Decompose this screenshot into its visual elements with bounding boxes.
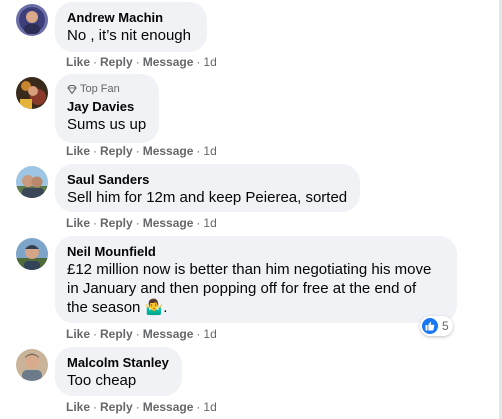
badge-label: Top Fan — [80, 83, 120, 95]
comment-bubble: Neil Mounfield £12 million now is better… — [55, 236, 457, 323]
comment-actions: Like · Reply · Message · 1d — [66, 144, 217, 158]
comment-text: Sell him for 12m and keep Peierea, sorte… — [67, 189, 348, 206]
comment-author[interactable]: Neil Mounfield — [67, 243, 445, 260]
top-fan-badge: Top Fan — [67, 82, 147, 96]
shrug-emoji: 🤷‍♂️ — [144, 299, 164, 316]
comment-actions: Like · Reply · Message · 1d — [66, 400, 217, 414]
comment-author[interactable]: Andrew Machin — [67, 9, 195, 26]
timestamp[interactable]: 1d — [203, 55, 216, 69]
like-link[interactable]: Like — [66, 400, 90, 414]
timestamp[interactable]: 1d — [203, 144, 216, 158]
timestamp[interactable]: 1d — [203, 400, 216, 414]
avatar[interactable] — [16, 166, 48, 198]
avatar[interactable] — [16, 349, 48, 381]
reply-link[interactable]: Reply — [100, 144, 133, 158]
like-link[interactable]: Like — [66, 327, 90, 341]
comment-author[interactable]: Saul Sanders — [67, 171, 348, 188]
comment-text: No , it’s nit enough — [67, 27, 191, 44]
comment-text-line-2: in January and then popping off for free… — [67, 280, 417, 297]
like-link[interactable]: Like — [66, 144, 90, 158]
comment-author[interactable]: Malcolm Stanley — [67, 354, 170, 371]
comment-text: Too cheap — [67, 372, 137, 389]
reply-link[interactable]: Reply — [100, 55, 133, 69]
diamond-icon — [67, 84, 77, 94]
comment-bubble: Andrew Machin No , it’s nit enough — [55, 2, 207, 52]
timestamp[interactable]: 1d — [203, 327, 216, 341]
message-link[interactable]: Message — [143, 55, 194, 69]
message-link[interactable]: Message — [143, 144, 194, 158]
message-link[interactable]: Message — [143, 327, 194, 341]
comment-author[interactable]: Jay Davies — [67, 98, 147, 115]
comment-actions: Like · Reply · Message · 1d — [66, 327, 217, 341]
avatar[interactable] — [16, 238, 48, 270]
like-icon — [422, 318, 438, 334]
reply-link[interactable]: Reply — [100, 216, 133, 230]
reaction-summary[interactable]: 5 — [420, 316, 453, 336]
avatar[interactable] — [16, 77, 48, 109]
comment-bubble: Top Fan Jay Davies Sums us up — [55, 74, 159, 143]
comment-actions: Like · Reply · Message · 1d — [66, 55, 217, 69]
message-link[interactable]: Message — [143, 216, 194, 230]
comment-actions: Like · Reply · Message · 1d — [66, 216, 217, 230]
comment-text-line-3: the season 🤷‍♂️. — [67, 299, 168, 316]
comment-text-line-1: £12 million now is better than him negot… — [67, 261, 432, 278]
timestamp[interactable]: 1d — [203, 216, 216, 230]
reply-link[interactable]: Reply — [100, 327, 133, 341]
message-link[interactable]: Message — [143, 400, 194, 414]
reply-link[interactable]: Reply — [100, 400, 133, 414]
like-link[interactable]: Like — [66, 55, 90, 69]
comment-bubble: Saul Sanders Sell him for 12m and keep P… — [55, 164, 360, 212]
reaction-count: 5 — [442, 319, 449, 333]
comment-bubble: Malcolm Stanley Too cheap — [55, 347, 182, 396]
avatar[interactable] — [16, 4, 48, 36]
like-link[interactable]: Like — [66, 216, 90, 230]
comment-text: Sums us up — [67, 116, 147, 133]
